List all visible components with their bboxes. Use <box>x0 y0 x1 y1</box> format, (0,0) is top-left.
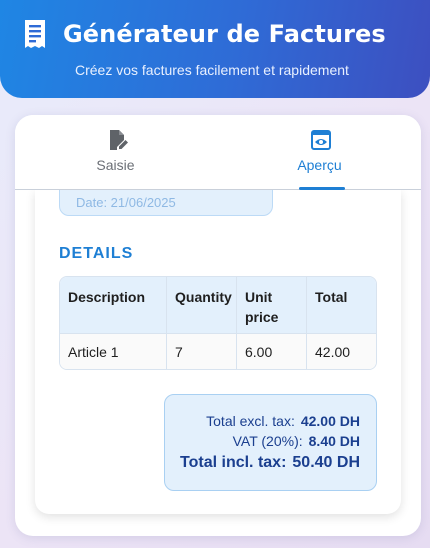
active-tab-indicator <box>299 187 345 190</box>
total-incl-tax: Total incl. tax: 50.40 DH <box>180 454 360 472</box>
details-heading: DETAILS <box>59 245 134 262</box>
app-header: Générateur de Factures Créez vos facture… <box>0 0 430 98</box>
items-table: Description Quantity Unit price Total Ar… <box>59 276 377 370</box>
total-excl-tax-value: 42.00 DH <box>300 413 360 429</box>
table-header-row: Description Quantity Unit price Total <box>60 277 376 333</box>
cell-unit-price: 6.00 <box>236 334 306 369</box>
column-header-quantity: Quantity <box>166 277 236 333</box>
app-title: Générateur de Factures <box>63 20 386 48</box>
total-incl-tax-value: 50.40 DH <box>292 454 360 471</box>
tab-apercu[interactable]: Aperçu <box>218 115 421 190</box>
total-excl-tax: Total excl. tax: 42.00 DH <box>206 413 360 429</box>
tab-saisie-label: Saisie <box>96 157 135 173</box>
vat-value: 8.40 DH <box>308 433 360 449</box>
main-card: Saisie Aperçu Date: 21/06/2025 DETAILS D… <box>15 115 421 536</box>
column-header-total: Total <box>306 277 376 333</box>
app-subtitle: Créez vos factures facilement et rapidem… <box>75 62 349 78</box>
invoice-preview[interactable]: Date: 21/06/2025 DETAILS Description Qua… <box>35 190 401 514</box>
vat-amount: VAT (20%): 8.40 DH <box>233 433 360 449</box>
tab-bar: Saisie Aperçu <box>15 115 421 190</box>
edit-document-icon <box>110 130 128 150</box>
cell-total: 42.00 <box>306 334 376 369</box>
totals-box: Total excl. tax: 42.00 DH VAT (20%): 8.40 … <box>164 394 377 491</box>
total-excl-tax-label: Total excl. tax: <box>206 413 295 429</box>
column-header-unit-price: Unit price <box>236 277 306 333</box>
cell-quantity: 7 <box>166 334 236 369</box>
total-incl-tax-label: Total incl. tax: <box>180 454 287 471</box>
invoice-date: Date: 21/06/2025 <box>76 195 176 210</box>
vat-label: VAT (20%): <box>232 433 303 449</box>
tab-apercu-label: Aperçu <box>297 157 342 173</box>
invoice-icon <box>25 20 45 48</box>
cell-description: Article 1 <box>68 344 119 360</box>
preview-eye-icon <box>311 130 331 150</box>
invoice-info-box: Date: 21/06/2025 <box>59 190 273 216</box>
tab-saisie[interactable]: Saisie <box>15 115 218 189</box>
column-header-description: Description <box>68 289 146 305</box>
table-row: Article 1 7 6.00 42.00 <box>60 333 376 369</box>
